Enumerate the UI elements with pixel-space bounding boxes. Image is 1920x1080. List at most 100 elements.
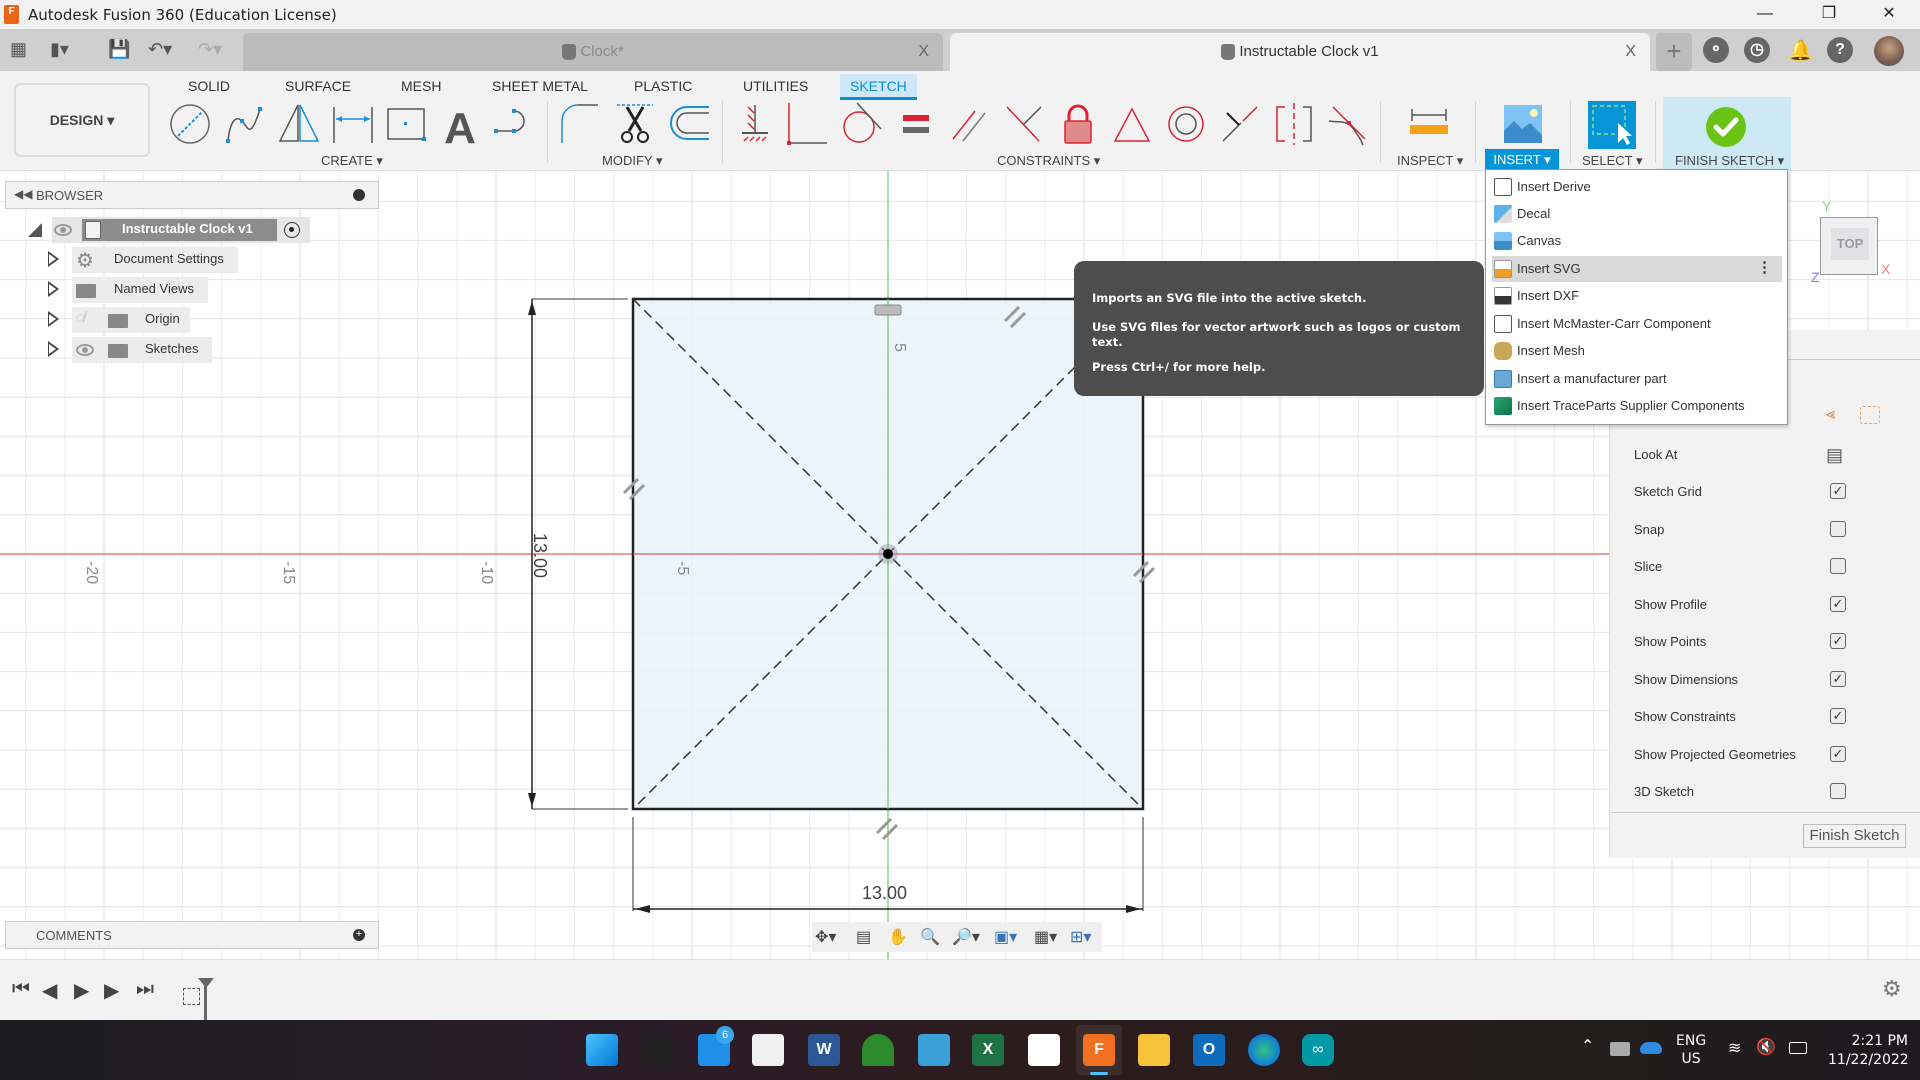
apps-grid-icon[interactable]: ▦ [10,39,27,60]
minimize-button[interactable]: — [1736,0,1794,29]
tab-surface[interactable]: SURFACE [275,74,361,100]
word-taskbar-icon[interactable]: W [808,1034,840,1066]
expand-triangle-icon[interactable] [28,223,42,237]
constraints-menu[interactable]: CONSTRAINTS ▾ [997,153,1100,169]
show-dimensions-checkbox[interactable]: ✓ [1830,671,1846,687]
visibility-eye-icon[interactable] [54,224,72,236]
dimension-tool-icon[interactable] [330,101,376,147]
visibility-eye-icon[interactable] [76,344,94,356]
palette-look-at[interactable]: Look At ▤ [1624,441,1904,469]
tangent-constraint-icon[interactable] [839,101,885,147]
look-at-icon[interactable]: ▤ [856,927,871,947]
mirror-tool-icon[interactable] [276,101,322,147]
curvature-constraint-icon[interactable] [1325,101,1371,147]
mail-taskbar-icon[interactable]: 6 [698,1026,734,1066]
expand-triangle-icon[interactable] [48,251,59,267]
last-icon[interactable]: ⏭ [136,978,154,1001]
concentric-constraint-icon[interactable] [1163,101,1209,147]
menu-item-insert-mcmaster-carr[interactable]: Insert McMaster-Carr Component [1492,311,1782,337]
select-tool-icon[interactable] [1588,101,1636,149]
file-explorer-taskbar-icon[interactable] [1138,1034,1170,1066]
equal-constraint-icon[interactable] [893,101,939,147]
palette-option-show-dimensions[interactable]: Show Dimensions ✓ [1624,666,1904,694]
browser-root-item[interactable]: Instructable Clock v1 [22,217,312,243]
show-constraints-checkbox[interactable]: ✓ [1830,708,1846,724]
fillet-tool-icon[interactable] [558,101,604,147]
palette-option-show-points[interactable]: Show Points ✓ [1624,628,1904,656]
redo-icon[interactable]: ↷▾ [198,39,222,60]
insert-image-icon[interactable] [1500,101,1546,147]
snipping-tool-taskbar-icon[interactable] [752,1034,784,1066]
help-icon[interactable]: ? [1827,37,1853,63]
modify-menu[interactable]: MODIFY ▾ [602,153,662,169]
sketch-feature-icon[interactable] [183,988,200,1005]
project-tool-icon[interactable] [1860,406,1880,424]
outlook-taskbar-icon[interactable]: O [1193,1034,1225,1066]
browser-item-named-views[interactable]: Named Views [46,277,246,303]
new-tab-icon[interactable]: + [1656,33,1692,71]
job-status-icon[interactable]: ◷ [1744,37,1770,63]
tab-sketch[interactable]: SKETCH [840,74,917,100]
doc-tab-instructable-clock[interactable]: Instructable Clock v1 X [950,33,1650,71]
menu-item-insert-mesh[interactable]: Insert Mesh [1492,338,1782,364]
file-icon[interactable]: ▮▾ [50,39,69,60]
fix-constraint-icon[interactable] [732,101,778,147]
slice-checkbox[interactable] [1830,558,1846,574]
palette-option-snap[interactable]: Snap [1624,516,1904,544]
start-button[interactable] [586,1034,618,1066]
browser-item-origin[interactable]: ◌̸ Origin [46,307,246,333]
tray-overflow-chevron-icon[interactable]: ⌃ [1581,1036,1594,1055]
menu-item-insert-traceparts[interactable]: Insert TraceParts Supplier Components [1492,393,1782,419]
snap-checkbox[interactable] [1830,521,1846,537]
extensions-icon[interactable]: ⚬ [1703,37,1729,63]
tab-mesh[interactable]: MESH [391,74,451,100]
palette-option-3d-sketch[interactable]: 3D Sketch [1624,778,1904,806]
menu-item-insert-svg[interactable]: Insert SVG ⋮ [1492,256,1782,282]
circle-tool-icon[interactable] [167,101,213,147]
spline-tool-icon[interactable] [222,101,268,147]
3d-sketch-checkbox[interactable] [1830,783,1846,799]
user-avatar[interactable] [1874,36,1904,66]
width-dimension-text[interactable]: 13.00 [862,883,907,904]
close-tab-icon[interactable]: X [1625,33,1636,71]
rectangle-tool-icon[interactable] [384,101,430,147]
text-tool-icon[interactable]: A [437,101,483,153]
fit-icon[interactable]: 🔎▾ [952,927,980,947]
tab-utilities[interactable]: UTILITIES [733,74,818,100]
restore-button[interactable]: ❐ [1800,0,1858,29]
doc-tab-clock[interactable]: Clock* X [243,33,943,71]
viewcube[interactable]: TOP [1820,217,1878,275]
display-settings-icon[interactable]: ▣▾ [994,927,1017,947]
menu-item-canvas[interactable]: Canvas [1492,228,1782,254]
clock[interactable]: 2:21 PM 11/22/2022 [1828,1032,1909,1070]
tab-plastic[interactable]: PLASTIC [624,74,702,100]
slot-tool-icon[interactable] [490,101,536,147]
expand-triangle-icon[interactable] [48,281,59,297]
tab-sheet-metal[interactable]: SHEET METAL [482,74,598,100]
timeline-settings-gear-icon[interactable]: ⚙ [1882,976,1902,1002]
add-comment-icon[interactable]: + [353,929,365,941]
network-drive-error-icon[interactable] [1610,1042,1630,1056]
create-menu[interactable]: CREATE ▾ [321,153,383,169]
more-options-icon[interactable]: ⋮ [1757,258,1772,276]
show-points-checkbox[interactable]: ✓ [1830,633,1846,649]
pan-icon[interactable]: ✋ [888,927,908,947]
previous-icon[interactable]: ◀ [42,978,57,1003]
orbit-icon[interactable]: ✥▾ [815,927,836,947]
expand-triangle-icon[interactable] [48,311,59,327]
speaker-muted-icon[interactable]: 🔇 [1756,1037,1776,1056]
kindle-taskbar-icon[interactable] [918,1034,950,1066]
comments-panel-header[interactable]: COMMENTS + [5,921,379,949]
play-icon[interactable]: ▶ [74,978,89,1003]
menu-item-decal[interactable]: Decal [1492,201,1782,227]
arduino-taskbar-icon[interactable]: ∞ [1302,1034,1334,1066]
palette-option-show-projected-geometries[interactable]: Show Projected Geometries ✓ [1624,741,1904,769]
minimize-panel-icon[interactable] [353,189,365,201]
palette-option-show-profile[interactable]: Show Profile ✓ [1624,591,1904,619]
hidden-eye-icon[interactable]: ◌̸ [76,309,85,326]
inkscape-taskbar-icon[interactable] [642,1034,674,1066]
wifi-icon[interactable]: ≋ [1728,1038,1741,1057]
offset-tool-icon[interactable] [667,101,713,147]
save-icon[interactable]: 💾 [108,39,130,60]
palette-option-slice[interactable]: Slice [1624,553,1904,581]
